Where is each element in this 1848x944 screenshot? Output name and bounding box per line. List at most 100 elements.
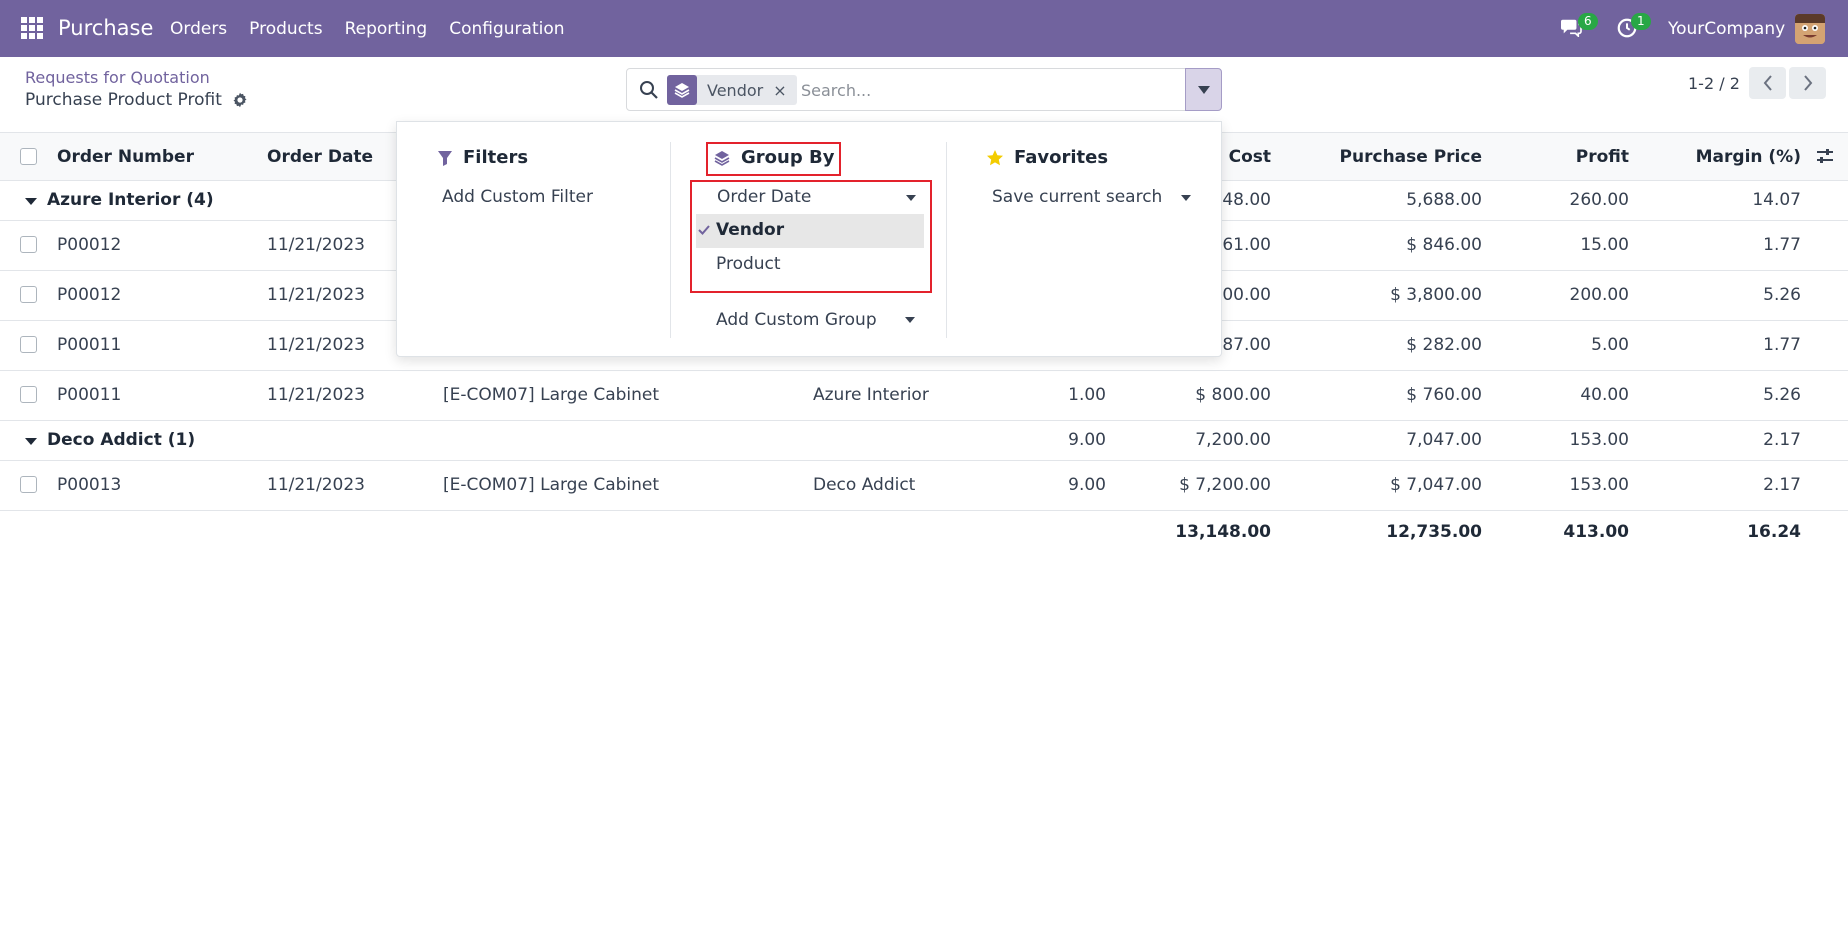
group-profit: 153.00 (1569, 430, 1629, 450)
group-margin: 2.17 (1763, 430, 1801, 450)
row-checkbox[interactable] (20, 236, 37, 253)
gear-icon[interactable] (232, 92, 248, 108)
total-margin: 16.24 (1747, 522, 1801, 542)
add-custom-filter-button[interactable]: Add Custom Filter (442, 187, 593, 207)
group-profit: 260.00 (1569, 190, 1629, 210)
totals-row: 13,148.00 12,735.00 413.00 16.24 (0, 511, 1848, 553)
group-by-heading-highlight (706, 142, 841, 176)
company-switcher[interactable]: YourCompany (1668, 19, 1785, 39)
cell-cost: $ 7,200.00 (1179, 475, 1271, 495)
cell-profit: 15.00 (1580, 235, 1629, 255)
save-current-search-button[interactable]: Save current search (992, 187, 1162, 207)
cell-product: [E-COM07] Large Cabinet (443, 475, 660, 495)
search-bar: Vendor × (626, 68, 1186, 111)
cell-purchase-price: $ 846.00 (1406, 235, 1482, 255)
cell-quantity: 1.00 (1068, 385, 1106, 405)
cell-profit: 153.00 (1569, 475, 1629, 495)
total-cost: 13,148.00 (1175, 522, 1271, 542)
cell-order-number: P00013 (57, 475, 122, 495)
chevron-left-icon (1763, 75, 1772, 91)
row-checkbox[interactable] (20, 476, 37, 493)
cell-order-date: 11/21/2023 (267, 335, 365, 355)
cell-profit: 200.00 (1569, 285, 1629, 305)
caret-down-icon[interactable] (905, 317, 915, 323)
cell-order-number: P00012 (57, 235, 122, 255)
column-profit[interactable]: Profit (1576, 147, 1629, 167)
column-margin[interactable]: Margin (%) (1696, 147, 1801, 167)
cell-order-date: 11/21/2023 (267, 475, 365, 495)
pager-value[interactable]: 1-2 / 2 (1688, 74, 1740, 93)
group-row-deco-addict[interactable]: Deco Addict (1) 9.00 7,200.00 7,047.00 1… (0, 421, 1848, 461)
column-purchase-price[interactable]: Purchase Price (1340, 147, 1482, 167)
caret-down-icon (25, 438, 37, 445)
row-checkbox[interactable] (20, 286, 37, 303)
group-purchase-price: 7,047.00 (1406, 430, 1482, 450)
table-row[interactable]: P00011 11/21/2023 [E-COM07] Large Cabine… (0, 371, 1848, 421)
menu-reporting[interactable]: Reporting (345, 19, 428, 39)
page-title-text: Purchase Product Profit (25, 90, 222, 110)
column-divider (946, 142, 947, 338)
group-purchase-price: 5,688.00 (1406, 190, 1482, 210)
group-by-options-highlight (690, 180, 932, 293)
cell-vendor: Azure Interior (813, 385, 929, 405)
add-custom-group-select[interactable]: Add Custom Group (716, 310, 877, 330)
total-purchase-price: 12,735.00 (1386, 522, 1482, 542)
group-label: Azure Interior (4) (47, 190, 214, 210)
caret-down-icon[interactable] (1181, 195, 1191, 201)
cell-order-number: P00011 (57, 385, 122, 405)
pager-next-button[interactable] (1789, 67, 1826, 99)
filters-heading: Filters (437, 147, 528, 168)
apps-grid-icon[interactable] (21, 17, 43, 39)
cell-product: [E-COM07] Large Cabinet (443, 385, 660, 405)
search-icon[interactable] (639, 80, 659, 100)
search-panel-toggle-button[interactable] (1185, 68, 1222, 111)
cell-quantity: 9.00 (1068, 475, 1106, 495)
group-margin: 14.07 (1752, 190, 1801, 210)
favorites-heading-text: Favorites (1014, 147, 1109, 168)
activities-badge: 1 (1631, 13, 1651, 30)
cell-margin: 2.17 (1763, 475, 1801, 495)
facet-remove-icon[interactable]: × (773, 81, 796, 100)
page-title: Purchase Product Profit (25, 90, 248, 110)
menu-configuration[interactable]: Configuration (449, 19, 564, 39)
layers-icon (667, 75, 697, 105)
optional-columns-icon[interactable] (1815, 146, 1835, 166)
cell-purchase-price: $ 7,047.00 (1390, 475, 1482, 495)
user-avatar[interactable] (1795, 14, 1825, 44)
star-icon (987, 149, 1003, 165)
messages-badge: 6 (1578, 13, 1598, 30)
select-all-checkbox[interactable] (20, 148, 37, 165)
top-navbar: Purchase Orders Products Reporting Confi… (0, 0, 1848, 57)
cell-vendor: Deco Addict (813, 475, 916, 495)
cell-order-date: 11/21/2023 (267, 285, 365, 305)
vendor-groupby-facet: Vendor × (667, 75, 797, 105)
row-checkbox[interactable] (20, 386, 37, 403)
pager-previous-button[interactable] (1749, 67, 1786, 99)
menu-products[interactable]: Products (249, 19, 322, 39)
cell-margin: 5.26 (1763, 285, 1801, 305)
app-name[interactable]: Purchase (58, 16, 153, 40)
caret-down-icon (25, 198, 37, 205)
cell-order-date: 11/21/2023 (267, 385, 365, 405)
cell-profit: 40.00 (1580, 385, 1629, 405)
cell-order-number: P00012 (57, 285, 122, 305)
menu-orders[interactable]: Orders (170, 19, 227, 39)
column-cost[interactable]: Cost (1229, 147, 1271, 167)
caret-down-icon (1197, 85, 1210, 94)
cell-margin: 1.77 (1763, 235, 1801, 255)
column-divider (670, 142, 671, 338)
column-order-number[interactable]: Order Number (57, 147, 194, 167)
breadcrumb-requests-for-quotation[interactable]: Requests for Quotation (25, 68, 210, 87)
row-checkbox[interactable] (20, 336, 37, 353)
main-menu: Orders Products Reporting Configuration (170, 19, 587, 39)
column-order-date[interactable]: Order Date (267, 147, 373, 167)
filters-heading-text: Filters (463, 147, 529, 168)
cell-cost: $ 800.00 (1195, 385, 1271, 405)
total-profit: 413.00 (1563, 522, 1629, 542)
table-row[interactable]: P00013 11/21/2023 [E-COM07] Large Cabine… (0, 461, 1848, 511)
group-quantity: 9.00 (1068, 430, 1106, 450)
cell-purchase-price: $ 760.00 (1406, 385, 1482, 405)
search-input[interactable] (801, 77, 1171, 103)
avatar-face-icon (1795, 14, 1825, 44)
cell-profit: 5.00 (1591, 335, 1629, 355)
